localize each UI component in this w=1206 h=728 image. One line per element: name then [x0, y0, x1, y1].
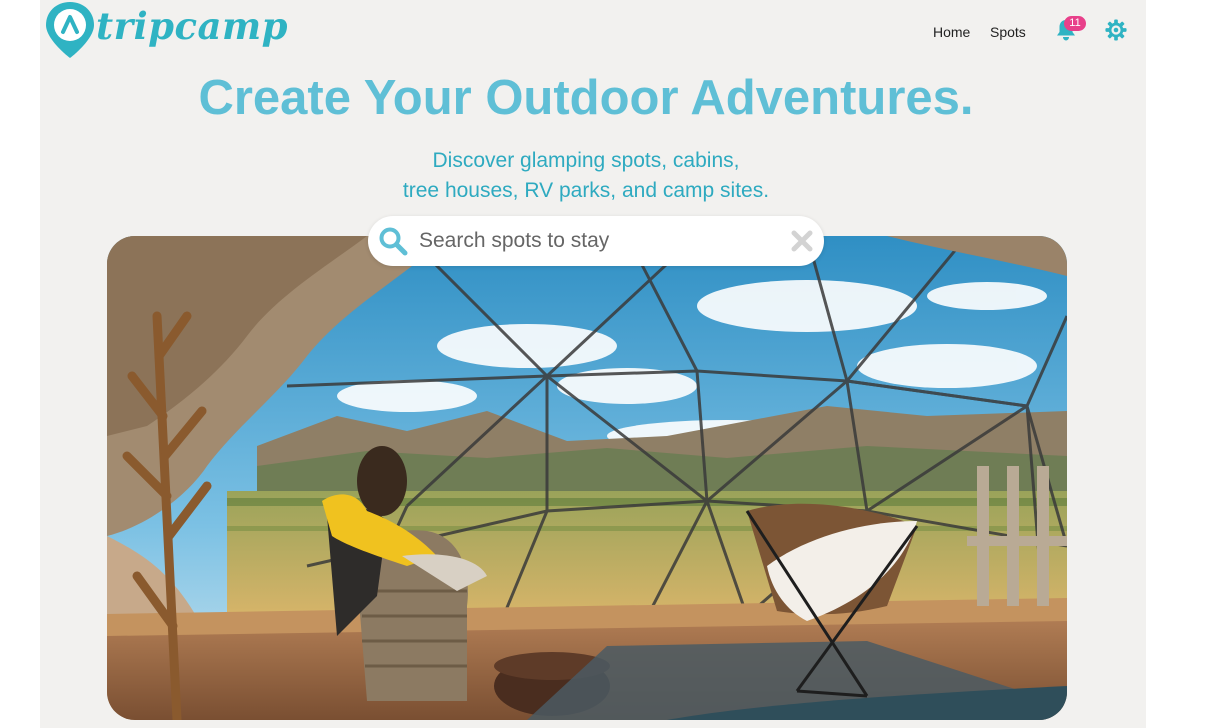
- hero-subtitle-line1: Discover glamping spots, cabins,: [432, 149, 740, 172]
- page-container: tripcamp Home Spots 11 Create Your Outdo…: [40, 0, 1146, 728]
- search-bar: [368, 216, 824, 266]
- nav-spots-link[interactable]: Spots: [990, 24, 1026, 40]
- nav-home-link[interactable]: Home: [933, 24, 970, 40]
- close-icon[interactable]: [790, 229, 814, 253]
- tripcamp-logo[interactable]: tripcamp: [43, 0, 288, 62]
- location-pin-logo-icon: [46, 2, 94, 58]
- glamping-dome-photo: [107, 236, 1067, 720]
- hero-subtitle-line2: tree houses, RV parks, and camp sites.: [402, 179, 770, 202]
- search-input[interactable]: [419, 226, 769, 256]
- gear-icon[interactable]: [1105, 19, 1127, 41]
- hero-image: [107, 236, 1067, 720]
- brand-name: tripcamp: [96, 4, 289, 48]
- hero-title: Create Your Outdoor Adventures.: [198, 71, 974, 125]
- notification-badge: 11: [1064, 16, 1086, 31]
- search-icon[interactable]: [378, 226, 408, 256]
